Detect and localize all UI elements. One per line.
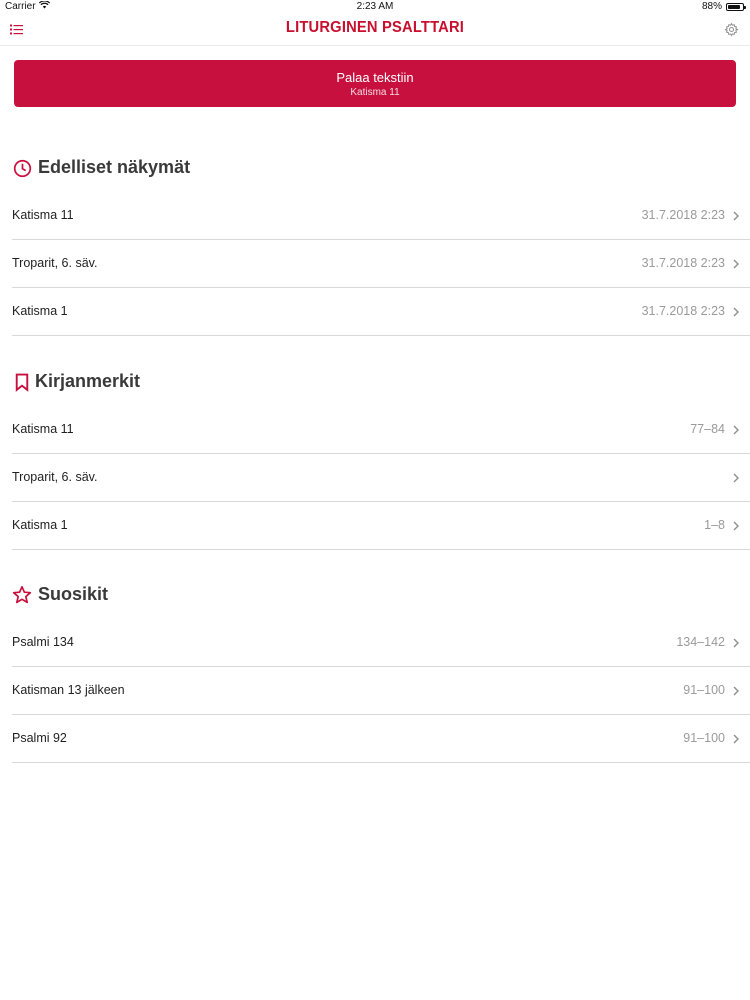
row-label: Katisma 1 bbox=[12, 304, 68, 318]
row-value: 31.7.2018 2:23 bbox=[641, 304, 725, 318]
section-recent-views: Edelliset näkymät Katisma 11 31.7.2018 2… bbox=[0, 144, 750, 336]
return-button-title: Palaa tekstiin bbox=[336, 70, 414, 85]
list-item[interactable]: Katisma 1 31.7.2018 2:23 bbox=[12, 288, 750, 336]
row-value: 91–100 bbox=[683, 683, 725, 697]
section-favourites: Suosikit Psalmi 134 134–142 Katisman 13 … bbox=[0, 571, 750, 763]
row-value: 1–8 bbox=[704, 518, 725, 532]
chevron-right-icon bbox=[733, 425, 739, 435]
row-label: Katisma 11 bbox=[12, 208, 74, 222]
return-button-subtitle: Katisma 11 bbox=[350, 87, 400, 98]
section-title: Edelliset näkymät bbox=[38, 157, 191, 177]
list-item[interactable]: Katisma 1 1–8 bbox=[12, 502, 750, 550]
row-label: Troparit, 6. säv. bbox=[12, 256, 98, 270]
list-item[interactable]: Troparit, 6. säv. bbox=[12, 454, 750, 502]
section-title: Suosikit bbox=[38, 584, 109, 604]
bookmark-icon bbox=[12, 372, 32, 392]
chevron-right-icon bbox=[733, 259, 739, 269]
row-value: 31.7.2018 2:23 bbox=[641, 256, 725, 270]
list-item[interactable]: Psalmi 92 91–100 bbox=[12, 715, 750, 763]
chevron-right-icon bbox=[733, 211, 739, 221]
status-bar: Carrier 2:23 AM 88% bbox=[0, 0, 750, 14]
row-label: Katisma 1 bbox=[12, 518, 68, 532]
chevron-right-icon bbox=[733, 307, 739, 317]
row-label: Psalmi 134 bbox=[12, 635, 74, 649]
battery-percent: 88% bbox=[701, 1, 722, 12]
row-label: Katisman 13 jälkeen bbox=[12, 683, 125, 697]
section-header: Suosikit bbox=[0, 571, 750, 619]
chevron-right-icon bbox=[733, 521, 739, 531]
row-value: 31.7.2018 2:23 bbox=[641, 208, 725, 222]
status-time: 2:23 AM bbox=[356, 1, 394, 12]
row-label: Katisma 11 bbox=[12, 422, 74, 436]
chevron-right-icon bbox=[733, 473, 739, 483]
row-value: 134–142 bbox=[676, 635, 725, 649]
list-item[interactable]: Psalmi 134 134–142 bbox=[12, 619, 750, 667]
chevron-right-icon bbox=[733, 638, 739, 648]
nav-bar: LITURGINEN PSALTTARI bbox=[0, 14, 750, 46]
chevron-right-icon bbox=[733, 734, 739, 744]
row-value: 77–84 bbox=[690, 422, 725, 436]
row-label: Troparit, 6. säv. bbox=[12, 470, 98, 484]
app-title: LITURGINEN PSALTTARI bbox=[285, 19, 465, 36]
list-item[interactable]: Katisman 13 jälkeen 91–100 bbox=[12, 667, 750, 715]
list-item[interactable]: Troparit, 6. säv. 31.7.2018 2:23 bbox=[12, 240, 750, 288]
section-bookmarks: Kirjanmerkit Katisma 11 77–84 Troparit, … bbox=[0, 358, 750, 550]
list-item[interactable]: Katisma 11 31.7.2018 2:23 bbox=[12, 192, 750, 240]
section-title: Kirjanmerkit bbox=[35, 371, 141, 391]
section-header: Kirjanmerkit bbox=[0, 358, 750, 406]
list-item[interactable]: Katisma 11 77–84 bbox=[12, 406, 750, 454]
section-header: Edelliset näkymät bbox=[0, 144, 750, 192]
status-right: 88% bbox=[701, 1, 746, 12]
row-value: 91–100 bbox=[683, 731, 725, 745]
chevron-right-icon bbox=[733, 686, 739, 696]
row-label: Psalmi 92 bbox=[12, 731, 67, 745]
gear-icon[interactable] bbox=[722, 20, 740, 38]
clock-icon bbox=[12, 158, 32, 178]
return-to-text-button[interactable]: Palaa tekstiin Katisma 11 bbox=[14, 60, 736, 107]
star-icon bbox=[12, 585, 32, 605]
list-icon[interactable] bbox=[8, 21, 24, 37]
battery-icon bbox=[726, 2, 746, 11]
